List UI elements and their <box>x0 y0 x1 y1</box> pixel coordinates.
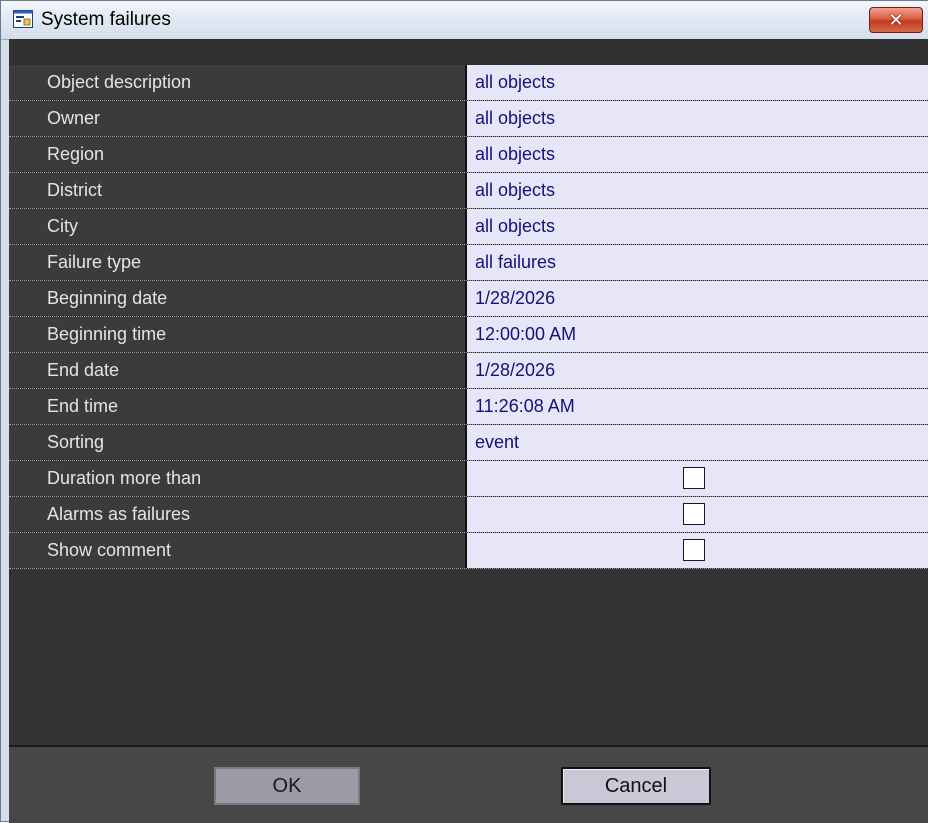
option-row-duration-more-than: Duration more than <box>9 461 928 497</box>
field-value-end-time[interactable]: 11:26:08 AM <box>467 389 928 424</box>
option-value-cell <box>467 461 928 496</box>
show-comment-checkbox[interactable] <box>683 539 705 561</box>
option-row-show-comment: Show comment <box>9 533 928 569</box>
field-row-region: Region all objects <box>9 137 928 173</box>
field-row-beginning-time: Beginning time 12:00:00 AM <box>9 317 928 353</box>
duration-more-than-checkbox[interactable] <box>683 467 705 489</box>
field-value-region[interactable]: all objects <box>467 137 928 172</box>
option-value-cell <box>467 497 928 532</box>
field-value-end-date[interactable]: 1/28/2026 <box>467 353 928 388</box>
ok-button[interactable]: OK <box>214 767 360 805</box>
field-row-end-date: End date 1/28/2026 <box>9 353 928 389</box>
window-title: System failures <box>41 9 171 30</box>
field-row-object-description: Object description all objects <box>9 65 928 101</box>
option-label: Alarms as failures <box>9 497 467 532</box>
field-row-city: City all objects <box>9 209 928 245</box>
field-value-city[interactable]: all objects <box>467 209 928 244</box>
title-bar[interactable]: System failures ✕ <box>1 1 928 40</box>
field-value-beginning-date[interactable]: 1/28/2026 <box>467 281 928 316</box>
field-row-sorting: Sorting event <box>9 425 928 461</box>
field-row-beginning-date: Beginning date 1/28/2026 <box>9 281 928 317</box>
button-bar: OK Cancel <box>9 747 928 823</box>
empty-area <box>9 569 928 745</box>
field-row-end-time: End time 11:26:08 AM <box>9 389 928 425</box>
field-label: Region <box>9 137 467 172</box>
field-value-district[interactable]: all objects <box>467 173 928 208</box>
field-row-owner: Owner all objects <box>9 101 928 137</box>
field-label: Sorting <box>9 425 467 460</box>
field-label: Beginning time <box>9 317 467 352</box>
top-band <box>9 39 928 65</box>
option-label: Show comment <box>9 533 467 568</box>
system-failures-dialog: System failures ✕ Object description all… <box>0 0 928 823</box>
field-value-failure-type[interactable]: all failures <box>467 245 928 280</box>
option-label: Duration more than <box>9 461 467 496</box>
close-button[interactable]: ✕ <box>869 7 923 33</box>
field-row-district: District all objects <box>9 173 928 209</box>
parameters-grid: Object description all objects Owner all… <box>9 65 928 569</box>
option-row-alarms-as-failures: Alarms as failures <box>9 497 928 533</box>
field-value-sorting[interactable]: event <box>467 425 928 460</box>
field-label: Object description <box>9 65 467 100</box>
field-label: Beginning date <box>9 281 467 316</box>
option-value-cell <box>467 533 928 568</box>
field-label: City <box>9 209 467 244</box>
field-label: Owner <box>9 101 467 136</box>
report-window-icon <box>13 10 33 28</box>
field-label: Failure type <box>9 245 467 280</box>
dialog-body: Object description all objects Owner all… <box>9 39 928 823</box>
close-icon: ✕ <box>888 9 904 31</box>
alarms-as-failures-checkbox[interactable] <box>683 503 705 525</box>
cancel-button[interactable]: Cancel <box>561 767 711 805</box>
field-label: District <box>9 173 467 208</box>
field-value-owner[interactable]: all objects <box>467 101 928 136</box>
field-label: End time <box>9 389 467 424</box>
field-value-object-description[interactable]: all objects <box>467 65 928 100</box>
field-label: End date <box>9 353 467 388</box>
field-row-failure-type: Failure type all failures <box>9 245 928 281</box>
field-value-beginning-time[interactable]: 12:00:00 AM <box>467 317 928 352</box>
